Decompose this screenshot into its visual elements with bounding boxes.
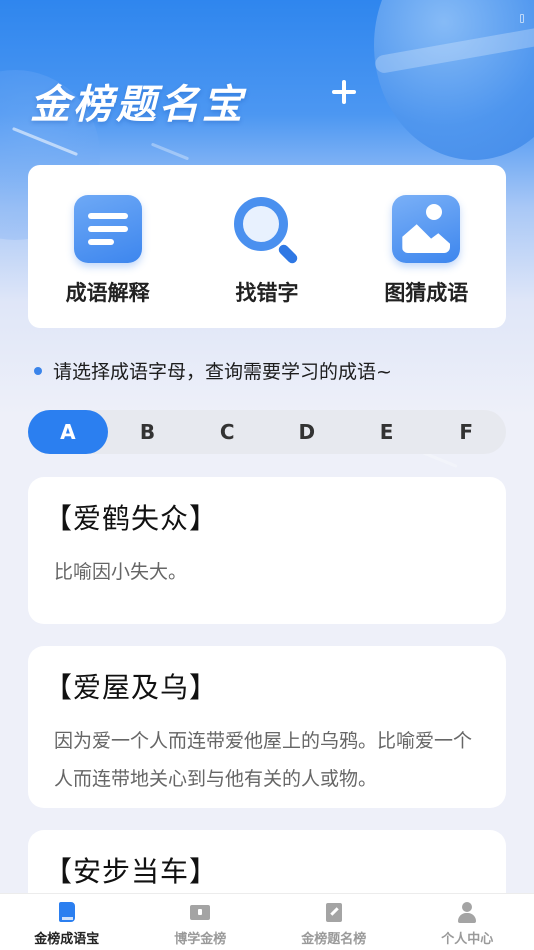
open-book-icon xyxy=(189,902,211,924)
tab-profile[interactable]: 个人中心 xyxy=(401,894,534,950)
tool-picture-guess[interactable]: 图猜成语 xyxy=(356,195,496,307)
tab-label: 金榜题名榜 xyxy=(301,932,367,947)
tab-label: 个人中心 xyxy=(441,932,494,947)
tab-leaderboard[interactable]: 金榜题名榜 xyxy=(267,894,401,950)
sparkle-icon xyxy=(332,80,356,104)
letter-selector: A B C D E F xyxy=(28,410,506,454)
tab-label: 金榜成语宝 xyxy=(34,932,100,947)
search-icon xyxy=(233,195,301,266)
note-icon xyxy=(323,902,345,924)
book-icon xyxy=(56,902,78,924)
planet-decoration xyxy=(374,0,534,160)
status-indicator xyxy=(520,14,524,23)
bottom-tab-bar: 金榜成语宝 博学金榜 金榜题名榜 个人中心 xyxy=(0,893,534,950)
tool-label: 图猜成语 xyxy=(384,281,469,305)
letter-tab-a[interactable]: A xyxy=(28,410,108,454)
tab-learning-ranking[interactable]: 博学金榜 xyxy=(134,894,268,950)
app-title: 金榜题名宝 xyxy=(30,82,245,128)
idiom-description: 比喻因小失大。 xyxy=(54,561,188,583)
hint-text: 请选择成语字母，查询需要学习的成语~ xyxy=(53,361,392,383)
bullet-icon xyxy=(34,366,42,375)
tool-label: 成语解释 xyxy=(65,281,150,305)
tool-label: 找错字 xyxy=(235,281,299,305)
letter-tab-d[interactable]: D xyxy=(267,410,347,454)
idiom-title: 【爱鹤失众】 xyxy=(44,502,219,535)
tools-card: 成语解释 找错字 图猜成语 xyxy=(28,165,506,328)
tab-idiom-treasure[interactable]: 金榜成语宝 xyxy=(0,894,134,950)
person-icon xyxy=(456,902,478,924)
idiom-title: 【爱屋及乌】 xyxy=(44,671,219,704)
tool-find-typo[interactable]: 找错字 xyxy=(197,195,337,307)
idiom-card[interactable]: 【爱屋及乌】 因为爱一个人而连带爱他屋上的乌鸦。比喻爱一个人而连带地关心到与他有… xyxy=(28,646,506,808)
image-icon xyxy=(392,195,461,263)
letter-tab-c[interactable]: C xyxy=(187,410,267,454)
letter-tab-f[interactable]: F xyxy=(426,410,506,454)
idiom-description: 因为爱一个人而连带爱他屋上的乌鸦。比喻爱一个人而连带地关心到与他有关的人或物。 xyxy=(54,730,473,790)
letter-tab-b[interactable]: B xyxy=(108,410,188,454)
letter-tab-e[interactable]: E xyxy=(347,410,427,454)
document-icon xyxy=(73,195,142,263)
idiom-card[interactable]: 【爱鹤失众】 比喻因小失大。 xyxy=(28,477,506,624)
hint-row: 请选择成语字母，查询需要学习的成语~ xyxy=(34,357,392,384)
idiom-title: 【安步当车】 xyxy=(44,855,219,888)
meteor-streak xyxy=(150,142,190,161)
tab-label: 博学金榜 xyxy=(174,932,227,947)
tool-idiom-explain[interactable]: 成语解释 xyxy=(38,195,178,307)
